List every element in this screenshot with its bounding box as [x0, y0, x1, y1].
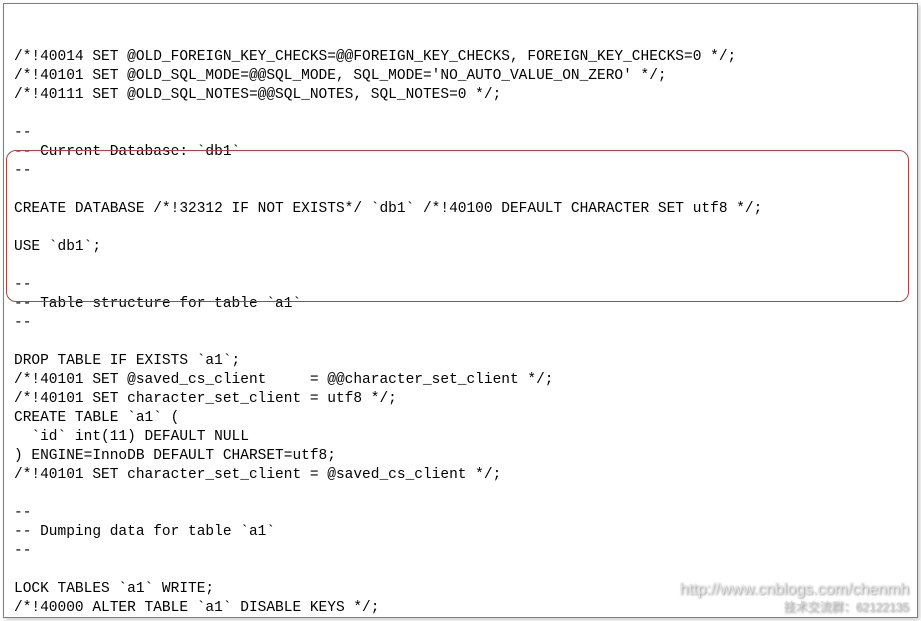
code-line: DROP TABLE IF EXISTS `a1`; [14, 352, 907, 371]
code-line: -- Dumping data for table `a1` [14, 523, 907, 542]
code-container: /*!40014 SET @OLD_FOREIGN_KEY_CHECKS=@@F… [3, 3, 918, 618]
watermark-url: http://www.cnblogs.com/chenmh [680, 581, 909, 599]
code-line [14, 181, 907, 200]
code-line [14, 561, 907, 580]
code-line: /*!40101 SET @saved_cs_client = @@charac… [14, 371, 907, 390]
code-line: CREATE DATABASE /*!32312 IF NOT EXISTS*/… [14, 200, 907, 219]
code-line: /*!40101 SET character_set_client = @sav… [14, 466, 907, 485]
code-line: CREATE TABLE `a1` ( [14, 409, 907, 428]
code-line: -- Current Database: `db1` [14, 143, 907, 162]
code-line: /*!40101 SET @OLD_SQL_MODE=@@SQL_MODE, S… [14, 67, 907, 86]
code-line: /*!40000 ALTER TABLE `a1` DISABLE KEYS *… [14, 599, 907, 618]
code-line: -- [14, 162, 907, 181]
code-line: /*!40014 SET @OLD_FOREIGN_KEY_CHECKS=@@F… [14, 48, 907, 67]
code-line [14, 219, 907, 238]
code-line: -- Table structure for table `a1` [14, 295, 907, 314]
code-line: /*!40111 SET @OLD_SQL_NOTES=@@SQL_NOTES,… [14, 86, 907, 105]
code-line: -- [14, 542, 907, 561]
code-line: `id` int(11) DEFAULT NULL [14, 428, 907, 447]
code-line [14, 485, 907, 504]
code-line [14, 105, 907, 124]
watermark-group: 技术交流群：62122135 [784, 598, 909, 615]
code-line: ) ENGINE=InnoDB DEFAULT CHARSET=utf8; [14, 447, 907, 466]
code-line: -- [14, 276, 907, 295]
code-line: /*!40101 SET character_set_client = utf8… [14, 390, 907, 409]
code-line: USE `db1`; [14, 238, 907, 257]
code-line: -- [14, 314, 907, 333]
code-line [14, 333, 907, 352]
code-line: -- [14, 504, 907, 523]
code-line [14, 257, 907, 276]
code-block: /*!40014 SET @OLD_FOREIGN_KEY_CHECKS=@@F… [14, 48, 907, 618]
code-line: -- [14, 124, 907, 143]
